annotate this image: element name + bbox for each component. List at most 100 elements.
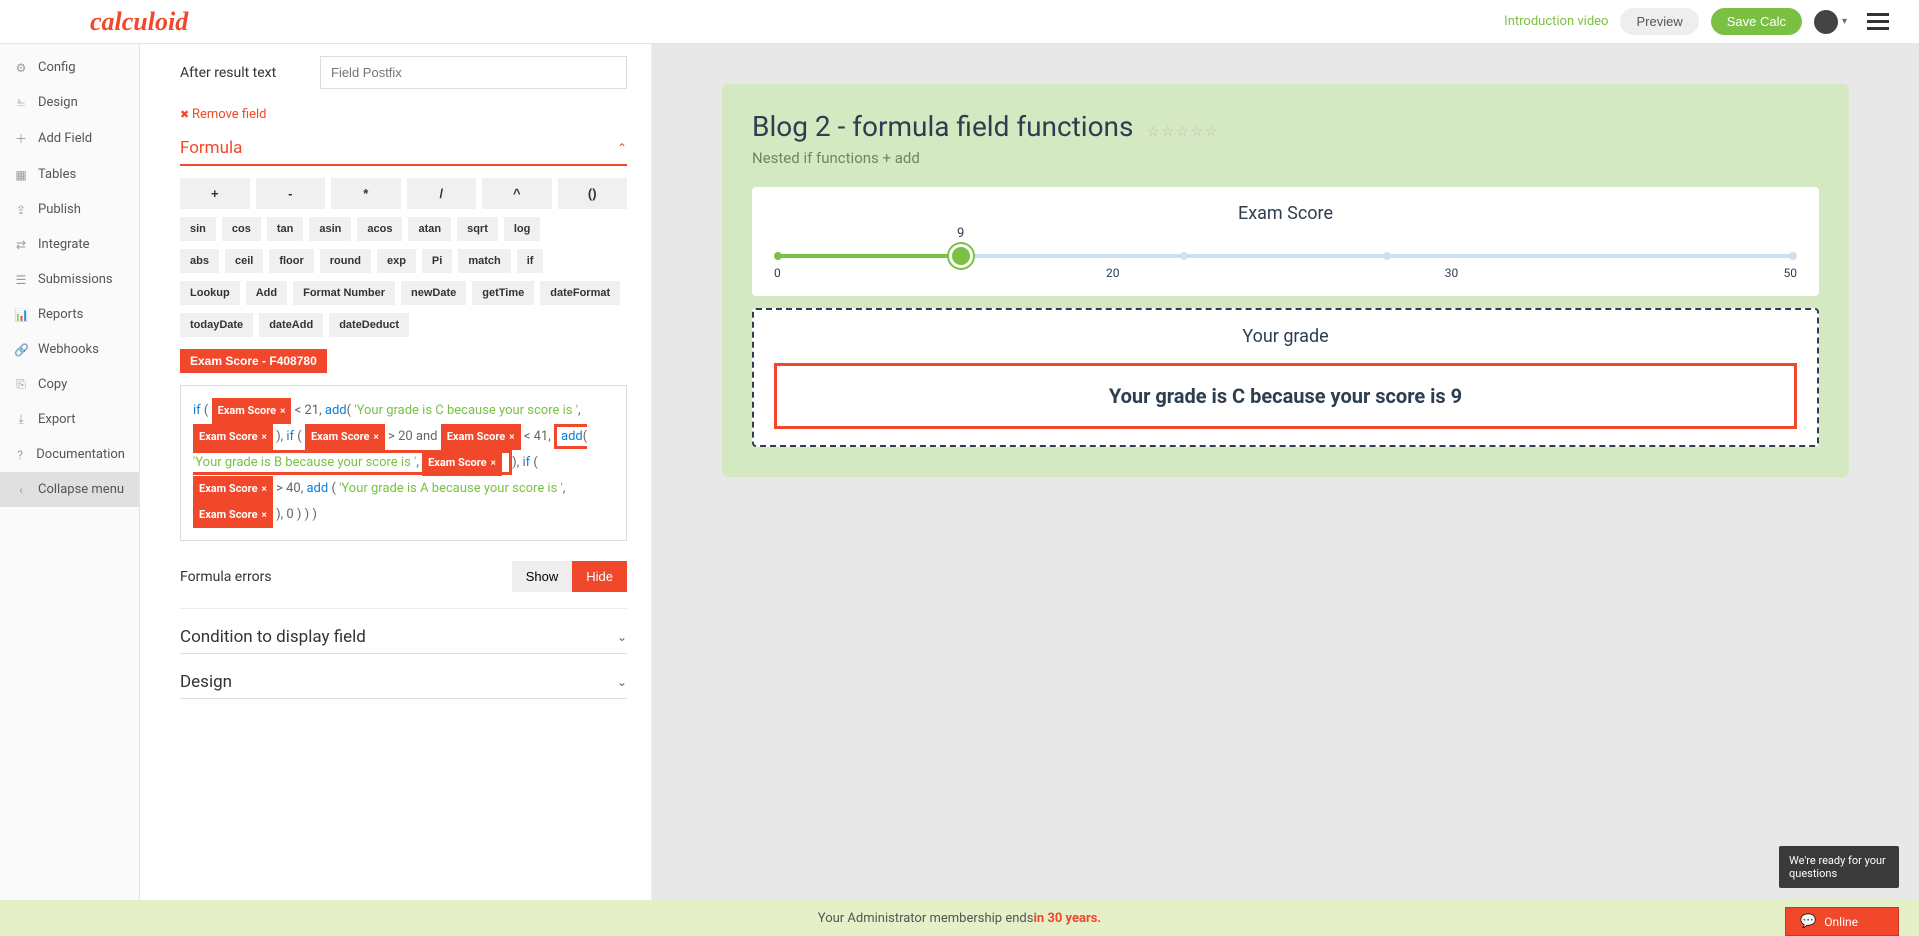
sidebar-item-webhooks[interactable]: 🔗Webhooks xyxy=(0,332,139,367)
chat-widget[interactable]: 💬 Online xyxy=(1785,907,1899,936)
fn-sqrt-button[interactable]: sqrt xyxy=(457,217,498,241)
formula-field-tag[interactable]: Exam Score× xyxy=(193,476,273,502)
sidebar-item-design[interactable]: ⎁Design xyxy=(0,85,139,120)
fn-dateformat-button[interactable]: dateFormat xyxy=(540,281,620,305)
formula-section-header[interactable]: Formula ⌃ xyxy=(180,138,627,166)
show-errors-button[interactable]: Show xyxy=(512,561,573,592)
fn-exp-button[interactable]: exp xyxy=(377,249,416,273)
formula-token: ( xyxy=(328,481,339,496)
preview-title: Blog 2 - formula field functions xyxy=(752,110,1133,143)
op-minus-button[interactable]: - xyxy=(256,178,326,209)
slider-handle[interactable] xyxy=(949,244,973,268)
caret-down-icon: ▾ xyxy=(1842,16,1847,27)
sidebar-label: Collapse menu xyxy=(38,482,124,497)
footer-bar: Your Administrator membership ends in 30… xyxy=(0,900,1919,936)
logo[interactable]: calculoid xyxy=(90,7,188,37)
hamburger-menu[interactable] xyxy=(1867,13,1889,30)
op-parens-button[interactable]: () xyxy=(558,178,628,209)
design-section-header[interactable]: Design ⌄ xyxy=(180,672,627,699)
sidebar-item-copy[interactable]: ⎘Copy xyxy=(0,367,139,402)
fn-acos-button[interactable]: acos xyxy=(357,217,402,241)
fn-formatnumber-button[interactable]: Format Number xyxy=(293,281,395,305)
sidebar-item-collapse[interactable]: ‹Collapse menu xyxy=(0,472,139,507)
fn-lookup-button[interactable]: Lookup xyxy=(180,281,240,305)
fn-floor-button[interactable]: floor xyxy=(269,249,313,273)
fn-datededuct-button[interactable]: dateDeduct xyxy=(329,313,409,337)
close-icon[interactable]: × xyxy=(491,458,496,469)
formula-token: ( xyxy=(583,429,587,444)
close-icon[interactable]: × xyxy=(262,510,267,521)
after-result-input[interactable] xyxy=(320,56,627,89)
formula-token: > 20 and xyxy=(388,429,441,444)
sidebar-item-integrate[interactable]: ⇄Integrate xyxy=(0,227,139,262)
fn-atan-button[interactable]: atan xyxy=(408,217,451,241)
design-icon: ⎁ xyxy=(14,95,28,110)
sidebar-item-submissions[interactable]: ☰Submissions xyxy=(0,262,139,297)
close-icon[interactable]: × xyxy=(280,406,285,417)
sidebar-item-export[interactable]: ⤓Export xyxy=(0,402,139,437)
fn-match-button[interactable]: match xyxy=(458,249,510,273)
fn-round-button[interactable]: round xyxy=(320,249,371,273)
formula-field-tag[interactable]: Exam Score× xyxy=(422,450,502,476)
op-power-button[interactable]: ^ xyxy=(482,178,552,209)
sidebar-item-config[interactable]: ⚙Config xyxy=(0,50,139,85)
preview-button[interactable]: Preview xyxy=(1620,8,1698,35)
fn-add-button[interactable]: Add xyxy=(246,281,287,305)
fn-sin-button[interactable]: sin xyxy=(180,217,216,241)
hide-errors-button[interactable]: Hide xyxy=(572,561,627,592)
functions-row-3: Lookup Add Format Number newDate getTime… xyxy=(180,281,627,305)
rating-stars[interactable]: ☆☆☆☆☆ xyxy=(1147,124,1220,140)
sidebar-label: Publish xyxy=(38,202,81,217)
user-menu[interactable]: ▾ xyxy=(1814,10,1847,34)
formula-token: add xyxy=(325,403,347,418)
fn-gettime-button[interactable]: getTime xyxy=(472,281,534,305)
fn-if-button[interactable]: if xyxy=(517,249,544,273)
operator-row: + - * / ^ () xyxy=(180,178,627,209)
grade-box[interactable]: Your grade Your grade is C because your … xyxy=(752,308,1819,447)
fn-ceil-button[interactable]: ceil xyxy=(225,249,263,273)
close-icon[interactable]: × xyxy=(262,484,267,495)
sidebar-item-documentation[interactable]: ?Documentation xyxy=(0,437,139,472)
formula-field-tag[interactable]: Exam Score× xyxy=(212,398,292,424)
sidebar-label: Config xyxy=(38,60,76,75)
formula-field-tag[interactable]: Exam Score× xyxy=(305,424,385,450)
field-variable-button[interactable]: Exam Score - F408780 xyxy=(180,349,327,373)
fn-tan-button[interactable]: tan xyxy=(267,217,304,241)
op-plus-button[interactable]: + xyxy=(180,178,250,209)
formula-field-tag[interactable]: Exam Score× xyxy=(193,424,273,450)
fn-dateadd-button[interactable]: dateAdd xyxy=(259,313,323,337)
sidebar-item-tables[interactable]: ▦Tables xyxy=(0,157,139,192)
condition-title: Condition to display field xyxy=(180,627,366,647)
fn-todaydate-button[interactable]: todayDate xyxy=(180,313,253,337)
formula-field-tag[interactable]: Exam Score× xyxy=(441,424,521,450)
fn-asin-button[interactable]: asin xyxy=(309,217,351,241)
slider-tick-icon xyxy=(1383,252,1391,260)
intro-video-link[interactable]: Introduction video xyxy=(1504,14,1608,29)
chevron-down-icon: ⌄ xyxy=(617,630,627,644)
fn-log-button[interactable]: log xyxy=(504,217,541,241)
fn-cos-button[interactable]: cos xyxy=(222,217,261,241)
fn-pi-button[interactable]: Pi xyxy=(422,249,452,273)
formula-field-tag[interactable]: Exam Score× xyxy=(193,502,273,528)
save-calc-button[interactable]: Save Calc xyxy=(1711,8,1802,35)
after-result-label: After result text xyxy=(180,65,300,81)
sidebar-item-reports[interactable]: 📊Reports xyxy=(0,297,139,332)
op-divide-button[interactable]: / xyxy=(407,178,477,209)
copy-icon: ⎘ xyxy=(14,377,28,392)
sidebar-label: Submissions xyxy=(38,272,113,287)
op-multiply-button[interactable]: * xyxy=(331,178,401,209)
sidebar-item-publish[interactable]: ⇪Publish xyxy=(0,192,139,227)
close-icon[interactable]: × xyxy=(262,432,267,443)
formula-editor[interactable]: if ( Exam Score× < 21, add( 'Your grade … xyxy=(180,385,627,541)
formula-token: ), xyxy=(512,455,522,470)
condition-section-header[interactable]: Condition to display field ⌄ xyxy=(180,627,627,654)
exam-score-slider[interactable]: 9 xyxy=(778,254,1793,258)
sidebar-item-add-field[interactable]: ＋Add Field xyxy=(0,120,139,157)
close-icon[interactable]: × xyxy=(509,432,514,443)
remove-field-link[interactable]: Remove field xyxy=(180,107,267,122)
fn-abs-button[interactable]: abs xyxy=(180,249,219,273)
close-icon[interactable]: × xyxy=(374,432,379,443)
slider-tick-icon xyxy=(1180,252,1188,260)
header-actions: Introduction video Preview Save Calc ▾ xyxy=(1504,8,1889,35)
fn-newdate-button[interactable]: newDate xyxy=(401,281,466,305)
